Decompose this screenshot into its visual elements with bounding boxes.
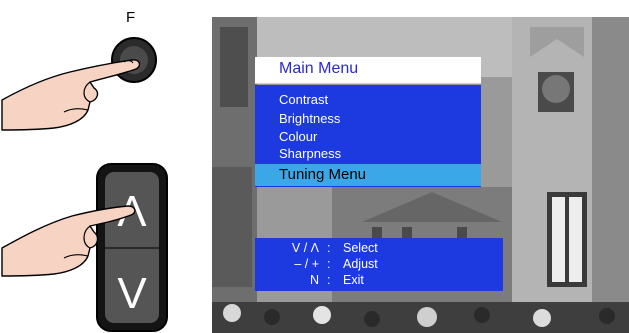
up-down-rocker-icon[interactable]: Λ V bbox=[96, 163, 168, 332]
help-action: Exit bbox=[343, 273, 364, 287]
help-action: Select bbox=[343, 241, 378, 255]
help-row-select: V / Λ : Select bbox=[255, 241, 503, 256]
round-f-button-illustration bbox=[1, 37, 157, 131]
help-key: V / Λ bbox=[291, 241, 319, 255]
help-colon: : bbox=[327, 257, 331, 271]
help-key: – / + bbox=[294, 257, 319, 271]
help-colon: : bbox=[327, 241, 331, 255]
tv-screen: Main Menu Contrast Brightness Colour Sha… bbox=[212, 17, 629, 333]
rocker-down-glyph: V bbox=[117, 269, 147, 318]
up-down-rocker-illustration: Λ V bbox=[1, 163, 168, 332]
help-colon: : bbox=[327, 273, 331, 287]
pointing-hand-icon bbox=[1, 59, 141, 131]
osd-menu-list: Contrast Brightness Colour Sharpness Tun… bbox=[255, 85, 481, 187]
menu-item-contrast[interactable]: Contrast bbox=[279, 92, 328, 107]
menu-item-tuning-menu-label: Tuning Menu bbox=[279, 166, 366, 183]
menu-item-tuning-menu[interactable]: Tuning Menu bbox=[255, 164, 481, 186]
help-key: N bbox=[309, 273, 319, 287]
help-action: Adjust bbox=[343, 257, 378, 271]
menu-item-sharpness[interactable]: Sharpness bbox=[279, 146, 341, 161]
f-key-label: F bbox=[126, 9, 136, 26]
help-row-exit: N : Exit bbox=[255, 273, 503, 288]
menu-item-brightness[interactable]: Brightness bbox=[279, 111, 340, 126]
osd-help-panel: V / Λ : Select – / + : Adjust N : Exit bbox=[255, 238, 503, 291]
osd-menu-title-bar: Main Menu bbox=[255, 57, 481, 84]
menu-item-colour[interactable]: Colour bbox=[279, 129, 317, 144]
osd-menu-title: Main Menu bbox=[279, 60, 359, 77]
help-row-adjust: – / + : Adjust bbox=[255, 257, 503, 272]
